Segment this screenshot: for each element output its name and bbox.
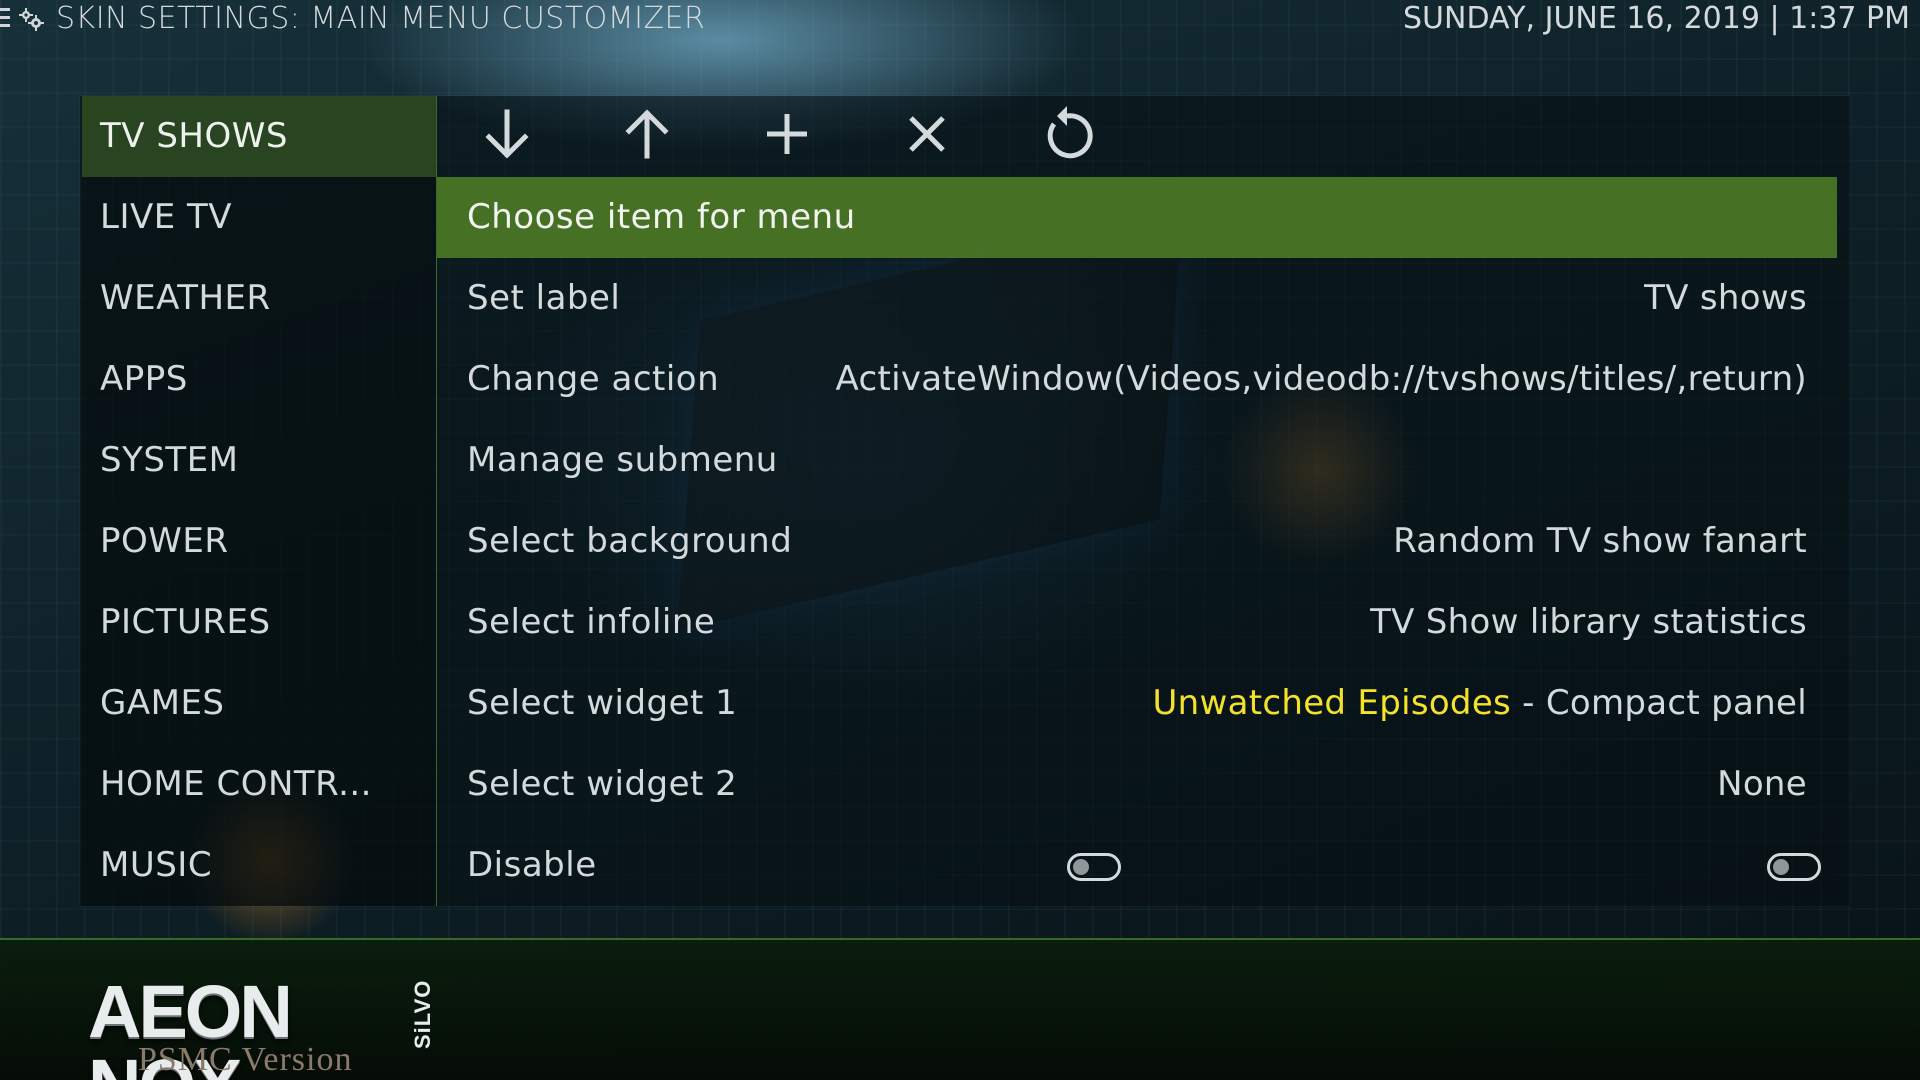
- sidebar-item-home-control[interactable]: HOME CONTR...: [82, 744, 436, 825]
- widget-name-highlight: Unwatched Episodes: [1152, 683, 1512, 723]
- gear-icon: [19, 8, 44, 31]
- option-label: Select background: [467, 521, 793, 561]
- sidebar-item-power[interactable]: POWER: [82, 501, 436, 582]
- delete-icon[interactable]: [897, 104, 957, 164]
- option-manage-submenu[interactable]: Manage submenu: [437, 420, 1837, 501]
- sidebar-item-tv-shows[interactable]: TV SHOWS: [82, 96, 436, 177]
- sidebar-item-system[interactable]: SYSTEM: [82, 420, 436, 501]
- datetime-display: SUNDAY, JUNE 16, 2019 | 1:37 PM: [1403, 1, 1910, 36]
- disable-toggle-right[interactable]: [1767, 853, 1821, 881]
- toggle-knob: [1073, 859, 1089, 875]
- option-value: Unwatched Episodes - Compact panel: [1152, 663, 1807, 744]
- sidebar-item-live-tv[interactable]: LIVE TV: [82, 177, 436, 258]
- header: SKIN SETTINGS: MAIN MENU CUSTOMIZER SUND…: [0, 0, 1920, 40]
- option-select-widget-1[interactable]: Select widget 1 Unwatched Episodes - Com…: [437, 663, 1837, 744]
- option-value: ActivateWindow(Videos,videodb://tvshows/…: [835, 359, 1807, 399]
- option-choose-item[interactable]: Choose item for menu: [437, 177, 1837, 258]
- add-icon[interactable]: [757, 104, 817, 164]
- logo-subtitle: PSMC Version: [138, 1041, 353, 1078]
- sidebar-item-games[interactable]: GAMES: [82, 663, 436, 744]
- sidebar-item-apps[interactable]: APPS: [82, 339, 436, 420]
- option-disable[interactable]: Disable: [437, 825, 1837, 906]
- option-label: Change action: [467, 359, 720, 399]
- option-value: TV Show library statistics: [1370, 602, 1807, 642]
- hamburger-menu-icon[interactable]: [0, 8, 10, 30]
- option-select-background[interactable]: Select background Random TV show fanart: [437, 501, 1837, 582]
- toggle-knob: [1773, 859, 1789, 875]
- option-select-widget-2[interactable]: Select widget 2 None: [437, 744, 1837, 825]
- screen: SKIN SETTINGS: MAIN MENU CUSTOMIZER SUND…: [0, 0, 1920, 1080]
- move-up-icon[interactable]: [617, 104, 677, 164]
- option-label: Select infoline: [467, 602, 716, 642]
- disable-toggle-left[interactable]: [1067, 853, 1121, 881]
- option-label: Disable: [467, 845, 597, 885]
- option-label: Manage submenu: [467, 440, 778, 480]
- page-title: SKIN SETTINGS: MAIN MENU CUSTOMIZER: [56, 1, 706, 36]
- option-change-action[interactable]: Change action ActivateWindow(Videos,vide…: [437, 339, 1837, 420]
- aeon-nox-logo: AEON NOX SiLVO PSMC Version: [88, 975, 448, 1080]
- reset-icon[interactable]: [1037, 104, 1097, 164]
- sidebar-item-pictures[interactable]: PICTURES: [82, 582, 436, 663]
- option-select-infoline[interactable]: Select infoline TV Show library statisti…: [437, 582, 1837, 663]
- option-set-label[interactable]: Set label TV shows: [437, 258, 1837, 339]
- option-value: Random TV show fanart: [1393, 521, 1807, 561]
- option-value: TV shows: [1644, 278, 1807, 318]
- option-label: Choose item for menu: [467, 197, 856, 237]
- logo-side-text: SiLVO: [410, 979, 435, 1049]
- sidebar-item-weather[interactable]: WEATHER: [82, 258, 436, 339]
- sidebar-item-music[interactable]: MUSIC: [82, 825, 436, 906]
- option-label: Select widget 2: [467, 764, 738, 804]
- option-value: None: [1717, 764, 1807, 804]
- option-label: Select widget 1: [467, 683, 738, 723]
- widget-style: - Compact panel: [1511, 683, 1807, 723]
- move-down-icon[interactable]: [477, 104, 537, 164]
- option-label: Set label: [467, 278, 621, 318]
